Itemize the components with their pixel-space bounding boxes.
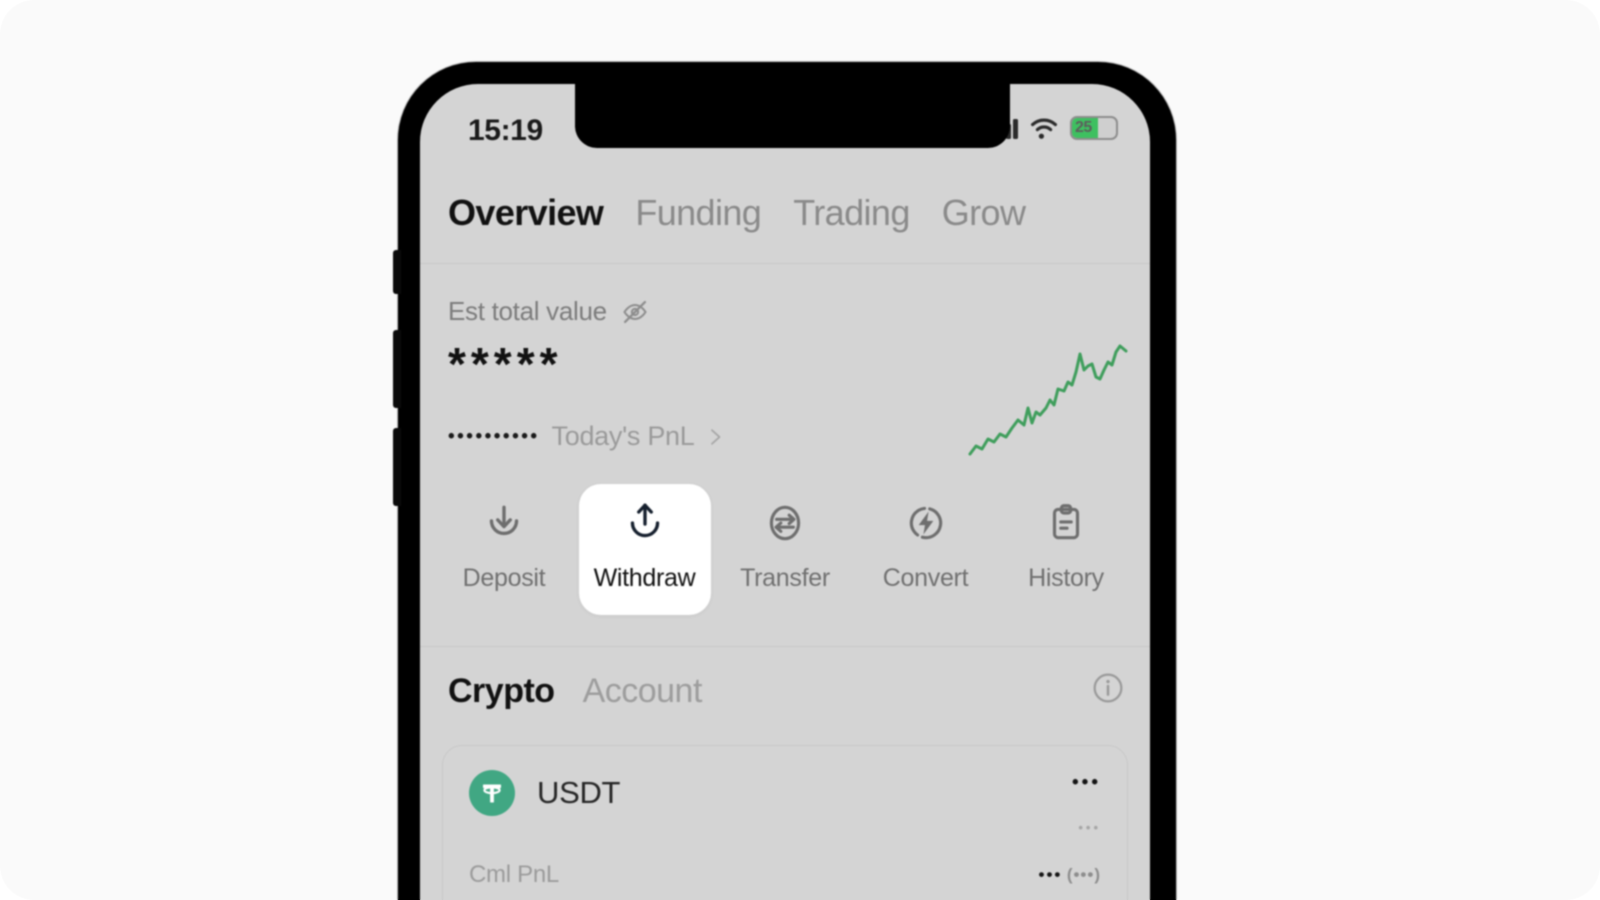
battery-icon: 25: [1070, 116, 1118, 140]
asset-symbol-label: USDT: [537, 775, 621, 810]
info-circle-icon[interactable]: [1092, 672, 1124, 704]
balance-sparkline-chart: [968, 344, 1128, 456]
holdings-section: Crypto Account USDT ••• ••• Cml PnL ••• …: [420, 672, 1150, 900]
convert-icon: [909, 506, 942, 540]
action-history-label: History: [1028, 564, 1104, 592]
withdraw-icon: [630, 503, 659, 538]
quick-actions-row: Deposit Withdraw Transfer Convert Histor…: [420, 484, 1150, 615]
tab-funding[interactable]: Funding: [635, 192, 762, 234]
est-total-value-row: Est total value: [448, 296, 1150, 327]
asset-cml-pnl-values: ••• (•••): [1039, 865, 1102, 885]
asset-amount-masked: •••: [1072, 772, 1101, 793]
actions-divider: [420, 646, 1150, 647]
chevron-right-icon: [711, 428, 721, 445]
tab-trading[interactable]: Trading: [793, 192, 910, 234]
deposit-icon: [489, 505, 519, 536]
asset-identity: USDT: [469, 770, 620, 816]
action-deposit[interactable]: Deposit: [438, 484, 570, 615]
main-tab-bar: Overview Funding Trading Grow: [420, 192, 1150, 234]
action-transfer-label: Transfer: [740, 564, 830, 592]
volume-up-button[interactable]: [393, 330, 401, 408]
transfer-icon: [769, 505, 801, 541]
action-history[interactable]: History: [1000, 484, 1132, 615]
est-total-value-label: Est total value: [448, 296, 607, 326]
screenshot-canvas: 15:19 25 Overview Funding Trading Grow E…: [0, 0, 1600, 900]
action-transfer[interactable]: Transfer: [719, 484, 851, 615]
tab-account[interactable]: Account: [583, 672, 703, 711]
silent-switch-button[interactable]: [393, 250, 401, 294]
holdings-tab-bar: Crypto Account: [420, 672, 1150, 711]
todays-pnl-masked-value: ••••••••••: [448, 425, 540, 447]
tab-bar-divider: [420, 263, 1150, 264]
asset-cml-pnl-label: Cml PnL: [469, 861, 559, 888]
asset-cml-pnl-value-masked: •••: [1038, 865, 1063, 884]
history-icon: [1052, 504, 1080, 540]
asset-values: ••• •••: [1072, 770, 1101, 835]
wifi-icon: [1031, 118, 1057, 139]
tab-grow[interactable]: Grow: [942, 192, 1026, 234]
phone-notch: [575, 84, 1010, 148]
asset-fiat-masked: •••: [1078, 820, 1101, 835]
volume-down-button[interactable]: [393, 428, 401, 506]
asset-card-usdt[interactable]: USDT ••• ••• Cml PnL ••• (•••): [442, 745, 1128, 900]
tab-crypto[interactable]: Crypto: [448, 672, 555, 711]
action-convert[interactable]: Convert: [860, 484, 992, 615]
battery-level-label: 25: [1075, 119, 1092, 136]
action-deposit-label: Deposit: [462, 564, 546, 592]
tab-overview[interactable]: Overview: [448, 192, 604, 234]
tether-logo-icon: [469, 770, 515, 816]
asset-cml-pnl-row: Cml PnL ••• (•••): [469, 861, 1101, 889]
action-withdraw[interactable]: Withdraw: [578, 484, 711, 615]
status-bar-time: 15:19: [468, 114, 543, 147]
asset-card-header: USDT ••• •••: [469, 770, 1101, 835]
todays-pnl-label: Today's PnL: [551, 421, 695, 451]
action-withdraw-label: Withdraw: [593, 564, 696, 592]
action-convert-label: Convert: [882, 564, 969, 592]
phone-screen: 15:19 25 Overview Funding Trading Grow E…: [420, 84, 1150, 900]
asset-cml-pnl-pct-masked: (•••): [1066, 865, 1101, 884]
eye-off-icon[interactable]: [621, 298, 649, 326]
